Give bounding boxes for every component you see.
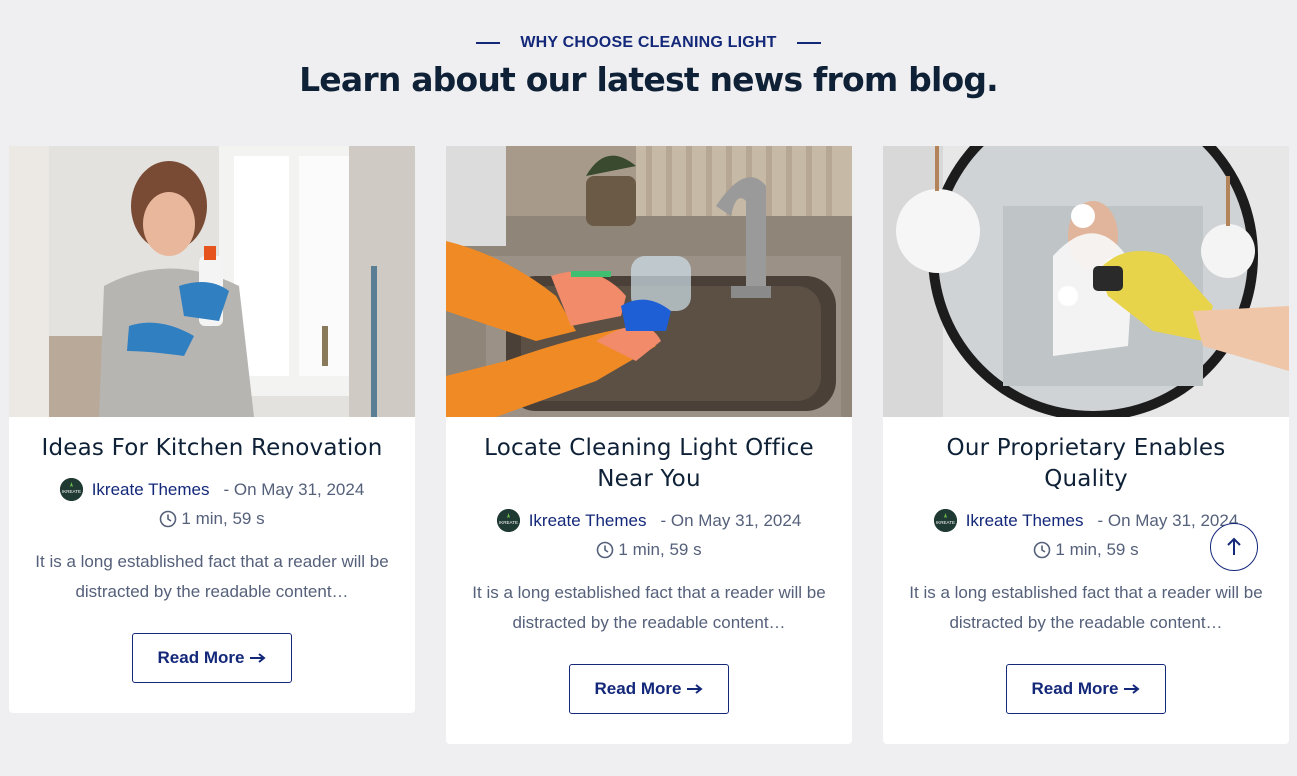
post-author-link[interactable]: Ikreate Themes <box>92 480 210 500</box>
post-title[interactable]: Our Proprietary Enables Quality <box>913 433 1259 495</box>
post-date: - On May 31, 2024 <box>1097 510 1239 530</box>
section-headline: Learn about our latest news from blog. <box>299 60 999 99</box>
clock-icon <box>160 510 177 528</box>
post-image-office[interactable] <box>446 146 852 417</box>
blog-card: Our Proprietary Enables Quality IKREATE … <box>883 146 1289 744</box>
svg-text:IKREATE: IKREATE <box>936 520 955 525</box>
clock-icon <box>597 541 614 559</box>
author-avatar: IKREATE <box>496 509 520 532</box>
arrow-right-icon <box>1124 679 1141 699</box>
arrow-right-icon <box>687 679 704 699</box>
post-title[interactable]: Ideas For Kitchen Renovation <box>39 433 385 464</box>
read-more-label: Read More <box>157 648 245 667</box>
section-eyebrow: WHY CHOOSE CLEANING LIGHT <box>0 34 1297 52</box>
read-time: 1 min, 59 s <box>9 509 415 529</box>
read-time-text: 1 min, 59 s <box>618 540 702 559</box>
post-date: - On May 31, 2024 <box>660 510 802 530</box>
author-avatar: IKREATE <box>59 478 83 501</box>
eyebrow-line-left <box>476 42 501 44</box>
svg-text:IKREATE: IKREATE <box>499 520 518 525</box>
read-time-text: 1 min, 59 s <box>181 509 265 528</box>
read-more-label: Read More <box>1031 679 1119 698</box>
post-meta: IKREATE Ikreate Themes - On May 31, 2024 <box>9 478 415 501</box>
blog-card: Locate Cleaning Light Office Near You IK… <box>446 146 852 744</box>
read-more-button[interactable]: Read More <box>1006 664 1166 714</box>
read-time-text: 1 min, 59 s <box>1055 540 1139 559</box>
clock-icon <box>1034 541 1051 559</box>
post-image-mirror[interactable] <box>883 146 1289 417</box>
post-excerpt: It is a long established fact that a rea… <box>472 583 826 632</box>
author-avatar: IKREATE <box>933 509 957 532</box>
scroll-to-top-button[interactable] <box>1210 523 1258 571</box>
post-date: - On May 31, 2024 <box>223 479 365 499</box>
eyebrow-text: WHY CHOOSE CLEANING LIGHT <box>520 34 777 51</box>
read-time: 1 min, 59 s <box>446 540 852 560</box>
read-more-button[interactable]: Read More <box>569 664 729 714</box>
post-image-kitchen[interactable] <box>9 146 415 417</box>
post-author-link[interactable]: Ikreate Themes <box>529 511 647 531</box>
arrow-up-icon <box>1227 537 1241 555</box>
eyebrow-line-right <box>796 42 821 44</box>
svg-text:IKREATE: IKREATE <box>62 489 81 494</box>
post-excerpt: It is a long established fact that a rea… <box>909 583 1263 632</box>
blog-card: Ideas For Kitchen Renovation IKREATE Ikr… <box>9 146 415 713</box>
read-more-label: Read More <box>594 679 682 698</box>
post-author-link[interactable]: Ikreate Themes <box>966 511 1084 531</box>
post-meta: IKREATE Ikreate Themes - On May 31, 2024 <box>446 509 852 532</box>
read-more-button[interactable]: Read More <box>132 633 292 683</box>
post-excerpt: It is a long established fact that a rea… <box>35 552 389 601</box>
post-title[interactable]: Locate Cleaning Light Office Near You <box>476 433 822 495</box>
arrow-right-icon <box>250 648 267 668</box>
